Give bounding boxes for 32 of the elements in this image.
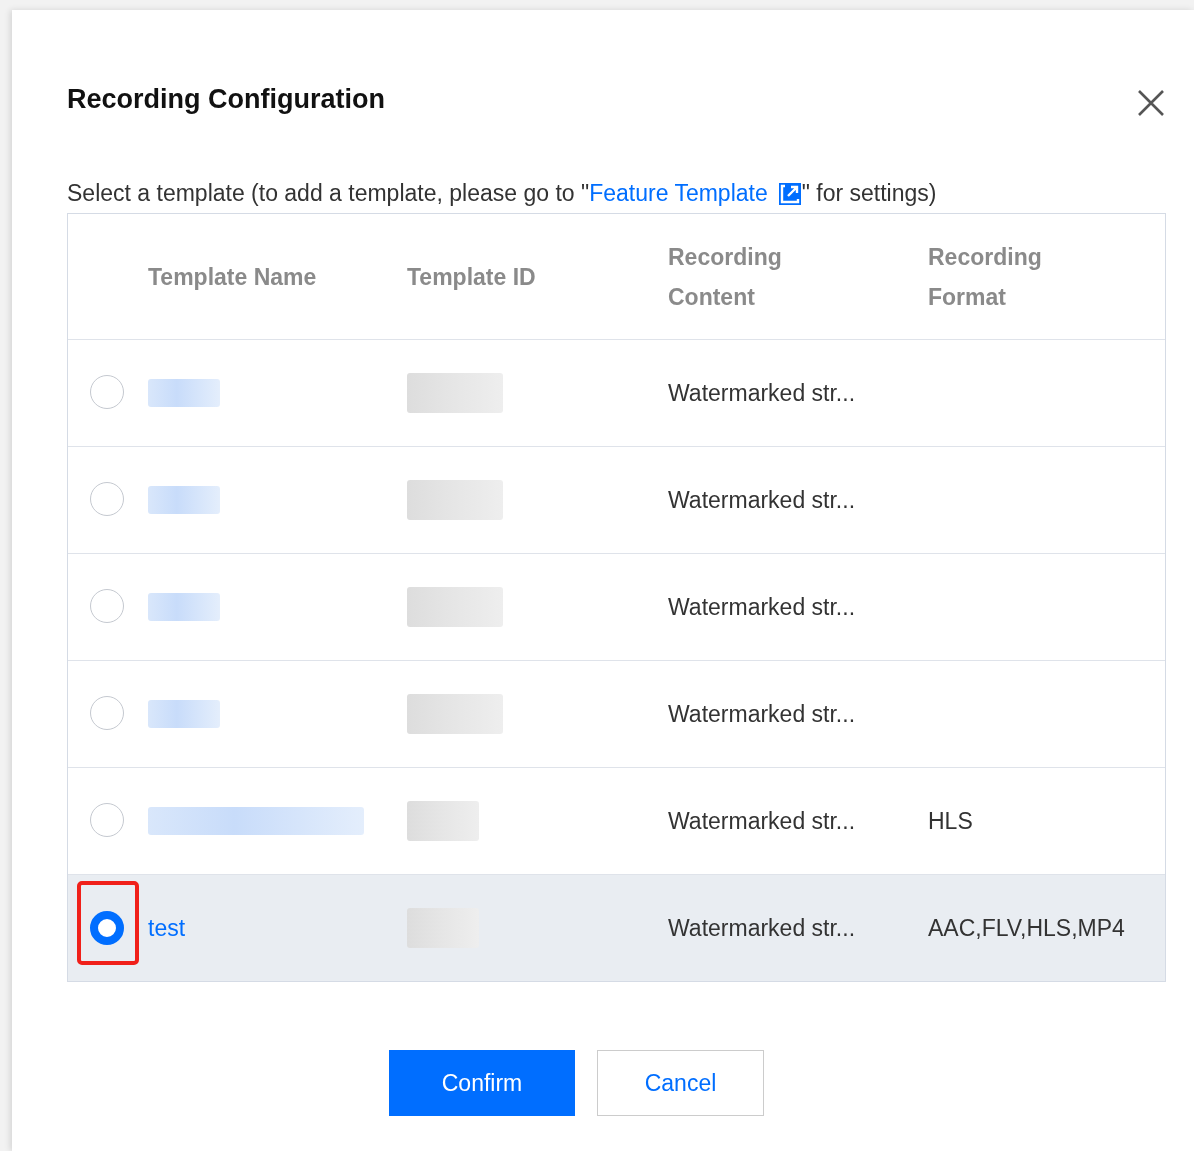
dialog-title: Recording Configuration bbox=[67, 83, 385, 115]
external-link-icon bbox=[777, 181, 802, 206]
column-header: Template Name bbox=[148, 262, 318, 292]
table-cell: AAC,FLV,HLS,MP4 bbox=[928, 914, 1125, 941]
table-cell: Watermarked str... bbox=[668, 379, 856, 406]
radio-button[interactable] bbox=[90, 374, 124, 409]
column-header: Template ID bbox=[407, 262, 537, 292]
column-header: Recording Content bbox=[668, 242, 783, 312]
radio-button[interactable] bbox=[90, 588, 124, 623]
template-name: test bbox=[148, 914, 186, 941]
redaction-mark bbox=[148, 700, 220, 728]
confirm-button[interactable]: Confirm bbox=[389, 1050, 575, 1116]
redaction-mark bbox=[407, 801, 479, 841]
table-cell: Watermarked str... bbox=[668, 486, 856, 513]
close-icon[interactable] bbox=[1136, 88, 1166, 118]
instruction-text: " for settings) bbox=[801, 180, 937, 207]
radio-button[interactable] bbox=[90, 481, 124, 516]
instruction-text: Select a template (to add a template, please go to " bbox=[67, 180, 590, 207]
table-cell: HLS bbox=[928, 807, 973, 834]
redaction-mark bbox=[148, 593, 220, 621]
table-cell: Watermarked str... bbox=[668, 593, 856, 620]
cancel-button[interactable]: Cancel bbox=[597, 1050, 764, 1116]
redaction-mark bbox=[148, 379, 220, 407]
redaction-mark bbox=[148, 486, 220, 514]
radio-button[interactable] bbox=[90, 802, 124, 837]
radio-button[interactable] bbox=[90, 911, 124, 945]
table-cell: Watermarked str... bbox=[668, 807, 856, 834]
radio-button[interactable] bbox=[90, 695, 124, 730]
column-header: Recording Format bbox=[928, 242, 1043, 312]
table-cell: Watermarked str... bbox=[668, 914, 856, 941]
feature-template-link[interactable]: Feature Template bbox=[589, 180, 802, 207]
table-cell: Watermarked str... bbox=[668, 700, 856, 727]
